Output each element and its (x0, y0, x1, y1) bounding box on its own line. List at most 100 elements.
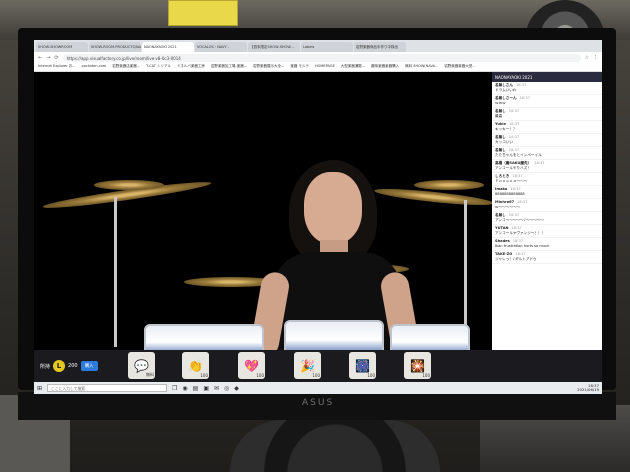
bookmark[interactable]: 無料 SHOW(NAVA... (405, 64, 438, 70)
chat-message: 名無しさーん 18:37 ｗｗｗ (492, 95, 602, 108)
chat-user: Minhre67 (495, 200, 515, 204)
bookmark[interactable]: 岩野楽器店楽器... (112, 64, 140, 70)
url-bar[interactable]: https://app.visualfactory.co.jp/live/roo… (62, 53, 581, 62)
sparkle-gift-button[interactable]: 🎇 100 (404, 352, 431, 379)
drummer-face (304, 172, 362, 244)
chat-text: ドラムいいわ (495, 88, 517, 92)
menu-icon[interactable]: ⋮ (593, 55, 598, 61)
chat-text: アンコ〜〜〜〜〜♪〜〜〜〜〜 (495, 218, 544, 222)
comment-gift-button[interactable]: 💬 無料 (128, 352, 155, 379)
browser-tab[interactable]: 岩野楽器商品手作り中検出 (354, 42, 406, 52)
chat-user: 名無しさーん (495, 96, 517, 100)
chat-text: たたちゃんをとインペーイル (495, 153, 542, 157)
bookmarks-bar: Internet Explorer お... pochiden.com 岩野楽器… (34, 63, 602, 72)
firework-gift-button[interactable]: 🎆 100 (349, 352, 376, 379)
bookmark[interactable]: ミネルバ楽器工房 (177, 64, 205, 70)
forward-icon[interactable]: → (46, 55, 50, 61)
gift-points: 100 (256, 373, 264, 378)
browser-tab[interactable]: Labels (301, 42, 353, 52)
drum (144, 324, 264, 350)
chat-user: 名無し (495, 109, 506, 113)
browser-tab[interactable]: SHOW-SHOWROOM (36, 42, 88, 52)
drum (390, 324, 470, 350)
chat-message: 名無しさん 18:37 ドラムいいわ (492, 82, 602, 95)
buy-button[interactable]: 購入 (80, 361, 98, 371)
chat-time: 18:37 (508, 148, 520, 152)
star-icon[interactable]: ☆ (585, 55, 589, 61)
chat-message: YUTAN 18:37 アンコールヤヴァンジー！！！ (492, 225, 602, 238)
bookmark[interactable]: 岩野楽器楽器大型... (444, 64, 475, 70)
windows-start-icon[interactable]: ⊞ (37, 385, 42, 392)
gift-points: 100 (422, 373, 430, 378)
edge-icon[interactable]: ◉ (182, 385, 187, 392)
chat-message: Shades 18:37 Ikan frustration hurts so muc… (492, 238, 602, 251)
cymbal (94, 180, 164, 190)
chat-message: Yukie 18:37 キッキー！？ (492, 121, 602, 134)
party-icon: 🎉 (300, 358, 315, 373)
clap-icon: 👏 (188, 358, 203, 373)
chat-text: アンコールヤヴァンジー！！！ (495, 231, 546, 235)
heart-gift-button[interactable]: 💖 100 (238, 352, 265, 379)
chat-time: 18:37 (515, 252, 526, 256)
chat-message: Minhre67 18:37 ｗ〜〜〜〜〜〜 (492, 199, 602, 212)
live-video[interactable] (34, 72, 492, 350)
chat-time: 18:37 (511, 226, 522, 230)
store-icon[interactable]: ▣ (203, 385, 209, 392)
chat-text: 8888888888888 (495, 192, 525, 196)
chat-text: アンコールやりハズ！ (495, 166, 531, 170)
party-gift-button[interactable]: 🎉 100 (294, 352, 321, 379)
chat-message: TAKE-ZO 18:37 ジャレっ！♪ギルトアドゥ (492, 251, 602, 264)
chat-time: 18:37 (508, 122, 520, 126)
folder-icon[interactable]: ▤ (193, 385, 199, 392)
gift-points: 無料 (146, 372, 154, 377)
bookmark[interactable]: 楽器 モルテ (290, 64, 309, 70)
back-icon[interactable]: ← (38, 55, 42, 61)
taskbar-search[interactable]: ここに入力して検索 (47, 384, 168, 392)
photo-background: ASUS SHOW-SHOWROOM SHOW-ROOM-PRODUCTS/NA… (0, 0, 630, 472)
screen: SHOW-SHOWROOM SHOW-ROOM-PRODUCTS/NAONA N… (34, 40, 602, 394)
chat-user: 名無しさん (495, 83, 513, 87)
chrome-icon[interactable]: ◎ (224, 385, 229, 392)
chat-header: NAONAYAOKI 2021 (492, 72, 602, 82)
app-icon[interactable]: ◆ (234, 385, 239, 392)
chat-message: 高橋（魔SAKU魔先） 18:37 アンコールやりハズ！ (492, 160, 602, 173)
chat-time: 18:37 (510, 187, 521, 191)
reload-icon[interactable]: ⟳ (54, 55, 58, 61)
sticky-note (168, 0, 238, 26)
bookmark[interactable]: T-CAT シリアル (146, 64, 171, 70)
coin-balance: 所持 L 200 購入 (40, 360, 98, 372)
taskbar-clock[interactable]: 18:37 2021/06/19 (577, 383, 599, 393)
chat-time: 18:37 (517, 200, 528, 204)
chat-message: 名無し 18:37 カッコいい (492, 134, 602, 147)
browser-tab[interactable]: VOCALOS・NAVY - (195, 42, 247, 52)
bookmark[interactable]: 大型楽器通販... (341, 64, 365, 70)
tab-strip: SHOW-SHOWROOM SHOW-ROOM-PRODUCTS/NAONA N… (34, 40, 602, 52)
chat-user: 名無し (495, 148, 506, 152)
chat-user: Imako (495, 187, 508, 191)
bookmark[interactable]: 岩野楽器加工場-楽器... (211, 64, 247, 70)
chat-text: Ikan frustration hurts so much (495, 244, 550, 248)
address-row: ← → ⟳ https://app.visualfactory.co.jp/li… (34, 52, 602, 63)
chat-user: しろとき (495, 174, 510, 178)
bookmark[interactable]: Internet Explorer お... (38, 64, 76, 70)
browser-tab-active[interactable]: NAONAYAOKI 2021 (142, 42, 194, 52)
chat-text: ｆｏｏｏｏｏ〜〜〜 (495, 179, 528, 183)
chat-time: 18:37 (512, 239, 524, 243)
chat-user: Shades (495, 239, 510, 243)
chat-text: ｗ〜〜〜〜〜〜 (495, 205, 521, 209)
chat-time: 18:37 (519, 96, 530, 100)
task-view-icon[interactable]: ❐ (172, 385, 177, 392)
clap-gift-button[interactable]: 👏 100 (182, 352, 209, 379)
chat-text: カッコいい (495, 140, 513, 144)
bookmark[interactable]: 岩野楽器展示大全... (253, 64, 284, 70)
mail-icon[interactable]: ✉ (214, 385, 219, 392)
bookmark[interactable]: 趣味楽器楽器購入 (371, 64, 399, 70)
browser-tab[interactable]: 【週末限定SHOW-SHOW... (248, 42, 300, 52)
chat-time: 18:37 (508, 213, 520, 217)
bookmark[interactable]: pochiden.com (82, 64, 107, 70)
balance-label: 所持 (40, 363, 51, 370)
bookmark[interactable]: HOMEPAGE (315, 64, 335, 70)
chat-user: Yukie (495, 122, 506, 126)
browser-tab[interactable]: SHOW-ROOM-PRODUCTS/NAONA (89, 42, 141, 52)
taskbar: ⊞ ここに入力して検索 ❐ ◉ ▤ ▣ ✉ ◎ ◆ 18:37 2021/06/… (34, 382, 602, 394)
